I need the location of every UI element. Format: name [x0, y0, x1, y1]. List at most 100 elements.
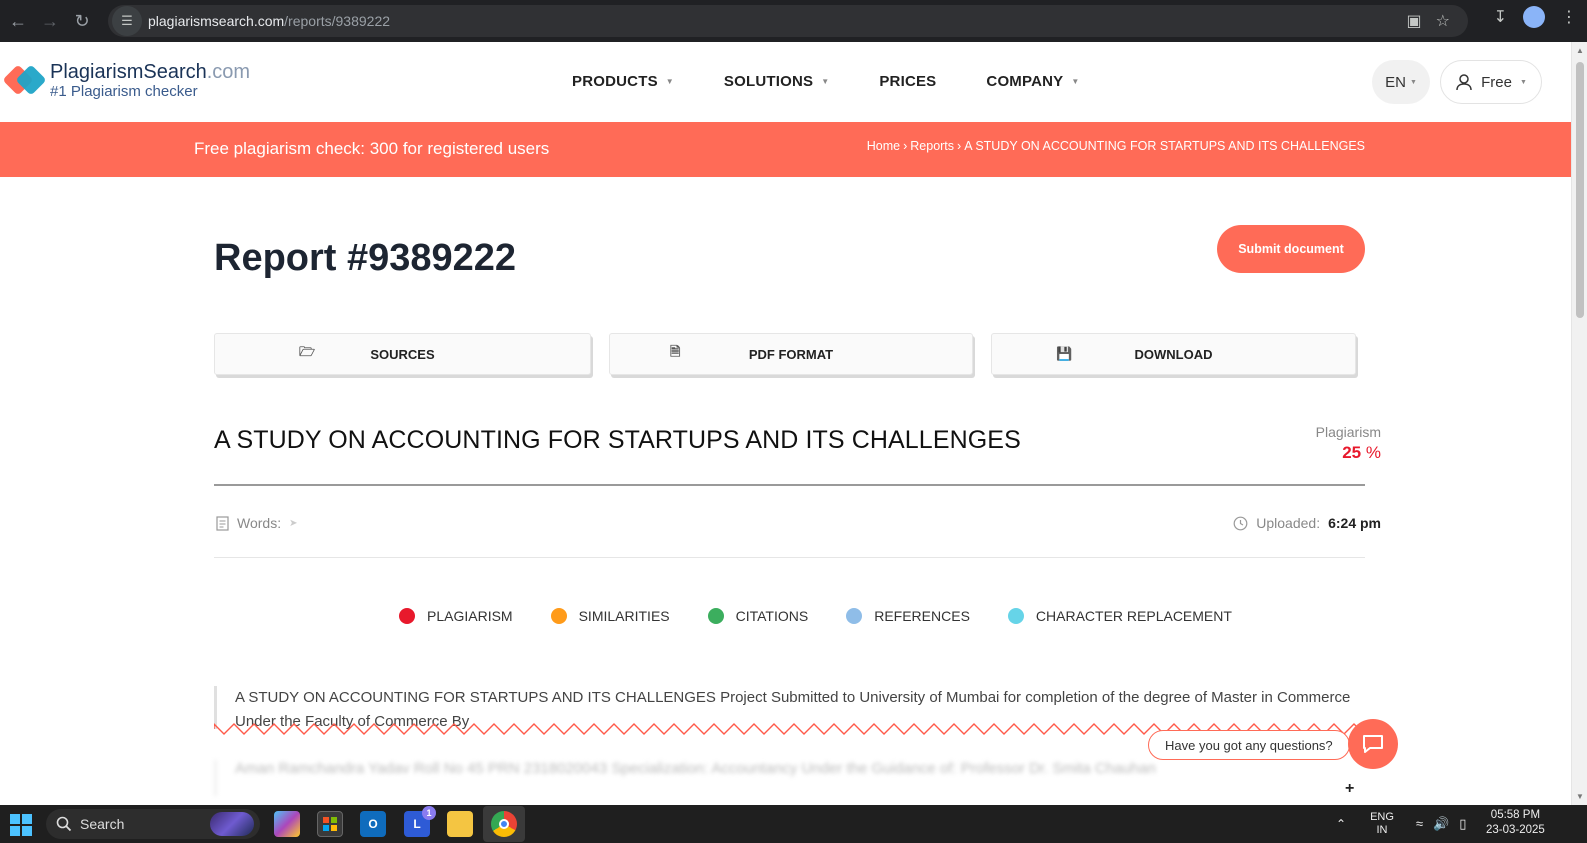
- uploaded-value: 6:24 pm: [1328, 515, 1381, 531]
- orange-dot-icon: [550, 608, 567, 624]
- site-logo[interactable]: PlagiarismSearch.com #1 Plagiarism check…: [2, 60, 251, 100]
- user-icon: [1456, 74, 1472, 91]
- show-hidden-icons-chevron-icon[interactable]: ⌃: [1336, 817, 1346, 831]
- url-text[interactable]: plagiarismsearch.com/reports/9389222: [148, 13, 390, 29]
- install-app-icon[interactable]: ▣: [1407, 11, 1422, 31]
- scrollbar-thumb[interactable]: [1576, 62, 1584, 318]
- reload-icon[interactable]: ↻: [68, 7, 96, 35]
- language-selector[interactable]: EN ▼: [1372, 60, 1430, 104]
- chevron-down-icon: ▼: [1071, 77, 1080, 86]
- taskbar-search[interactable]: Search: [46, 809, 260, 839]
- volume-icon[interactable]: 🔊: [1433, 816, 1449, 832]
- plagiarism-label: Plagiarism: [1315, 424, 1381, 440]
- word-count-loading-icon: ➤: [289, 517, 298, 529]
- light-blue-dot-icon: [846, 608, 863, 624]
- save-disk-icon: 💾: [1056, 346, 1073, 361]
- words-label: Words:: [237, 515, 282, 531]
- nav-company[interactable]: COMPANY ▼: [986, 73, 1079, 90]
- breadcrumb-home[interactable]: Home: [867, 139, 900, 153]
- chat-button[interactable]: [1348, 719, 1398, 769]
- divider: [214, 557, 1365, 558]
- legend-character-replacement[interactable]: CHARACTER REPLACEMENT: [1007, 608, 1232, 624]
- notification-badge: 1: [422, 806, 436, 820]
- download-button[interactable]: 💾 DOWNLOAD: [991, 333, 1356, 375]
- nav-products[interactable]: PRODUCTS ▼: [572, 73, 674, 90]
- file-explorer-icon[interactable]: [447, 811, 473, 837]
- clock-time: 05:58 PM: [1490, 809, 1541, 821]
- promo-banner: Free plagiarism check: 300 for registere…: [0, 122, 1571, 177]
- chevron-down-icon: ▼: [1519, 78, 1527, 86]
- account-label: Free: [1481, 73, 1512, 91]
- back-icon[interactable]: ←: [4, 7, 32, 35]
- scroll-up-icon[interactable]: ▲: [1576, 46, 1584, 55]
- cyan-dot-icon: [1007, 608, 1024, 624]
- folder-open-icon: 🗁: [299, 344, 316, 359]
- logo-tagline: #1 Plagiarism checker: [50, 82, 198, 100]
- page-title: Report #9389222: [214, 237, 517, 279]
- copilot-icon[interactable]: [274, 811, 300, 837]
- plus-icon[interactable]: +: [1345, 780, 1354, 798]
- highlight-legend: PLAGIARISM SIMILARITIES CITATIONS REFERE…: [399, 608, 1270, 624]
- account-button[interactable]: Free ▼: [1440, 60, 1542, 104]
- submit-document-button[interactable]: Submit document: [1217, 225, 1365, 273]
- bookmark-star-icon[interactable]: ☆: [1436, 11, 1450, 31]
- wifi-icon[interactable]: ≈: [1416, 816, 1423, 832]
- chevron-down-icon: ▼: [665, 77, 674, 86]
- store-icon[interactable]: [317, 811, 343, 837]
- red-dot-icon: [399, 608, 415, 624]
- pdf-file-icon: 🗎: [670, 344, 681, 359]
- divider: [214, 484, 1365, 486]
- blurred-excerpt: Aman Ramchandra Yadav Roll No 45 PRN 231…: [214, 760, 1365, 796]
- site-info-icon[interactable]: ☰: [112, 6, 142, 36]
- legend-plagiarism[interactable]: PLAGIARISM: [399, 608, 513, 624]
- url-host: plagiarismsearch.com: [148, 13, 285, 29]
- plagiarism-score: 25 %: [1342, 443, 1381, 462]
- input-language[interactable]: ENG IN: [1370, 811, 1394, 837]
- nav-solutions[interactable]: SOLUTIONS ▼: [724, 73, 829, 90]
- battery-icon[interactable]: ▯: [1459, 816, 1466, 832]
- url-path: /reports/9389222: [284, 13, 391, 29]
- chevron-down-icon: ▼: [1409, 78, 1417, 86]
- chat-icon: [1363, 735, 1383, 753]
- browser-toolbar: ← → ↻ ☰ plagiarismsearch.com/reports/938…: [0, 0, 1587, 42]
- page-scrollbar[interactable]: ▲ ▼: [1571, 42, 1587, 805]
- breadcrumb-current: A STUDY ON ACCOUNTING FOR STARTUPS AND I…: [964, 139, 1365, 153]
- taskbar-clock[interactable]: 05:58 PM 23-03-2025: [1486, 808, 1545, 838]
- outlook-icon[interactable]: O: [360, 811, 386, 837]
- linkedin-app-icon[interactable]: L1: [404, 806, 436, 837]
- site-header: PlagiarismSearch.com #1 Plagiarism check…: [0, 42, 1571, 122]
- legend-similarities[interactable]: SIMILARITIES: [550, 608, 670, 624]
- system-tray: ⌃ ENG IN ≈ 🔊 ▯: [1336, 805, 1466, 843]
- profile-avatar[interactable]: [1523, 6, 1545, 28]
- upload-time: Uploaded: 6:24 pm: [1233, 515, 1381, 531]
- browser-menu-icon[interactable]: ⋮: [1561, 7, 1577, 27]
- chat-prompt[interactable]: Have you got any questions?: [1148, 730, 1350, 760]
- breadcrumb: Home › Reports › A STUDY ON ACCOUNTING FOR S…: [866, 139, 1365, 153]
- forward-icon[interactable]: →: [36, 7, 64, 35]
- clock-icon: [1233, 516, 1248, 530]
- chevron-down-icon: ▼: [821, 77, 830, 86]
- green-dot-icon: [707, 608, 724, 624]
- clock-date: 23-03-2025: [1486, 824, 1545, 836]
- scroll-down-icon[interactable]: ▼: [1576, 792, 1584, 801]
- search-highlight-art: [210, 812, 254, 836]
- pdf-format-button[interactable]: 🗎 PDF FORMAT: [609, 333, 973, 375]
- breadcrumb-reports[interactable]: Reports: [910, 139, 954, 153]
- search-icon: [56, 816, 72, 832]
- sources-button[interactable]: 🗁 SOURCES: [214, 333, 591, 375]
- logo-mark-icon: [2, 60, 47, 100]
- windows-taskbar: Search O L1 ⌃ ENG IN ≈ 🔊 ▯ 05:58 PM 23-03-…: [0, 805, 1587, 843]
- legend-references[interactable]: REFERENCES: [846, 608, 970, 624]
- uploaded-label: Uploaded:: [1256, 515, 1321, 531]
- windows-start-icon[interactable]: [10, 814, 32, 836]
- word-count: Words: ➤: [216, 515, 297, 531]
- document-title: A STUDY ON ACCOUNTING FOR STARTUPS AND I…: [214, 426, 1021, 454]
- logo-name: PlagiarismSearch.com: [50, 60, 251, 83]
- main-nav: PRODUCTS ▼ SOLUTIONS ▼ PRICES COMPANY ▼: [572, 73, 1130, 90]
- nav-prices[interactable]: PRICES: [879, 73, 936, 90]
- chrome-icon[interactable]: [491, 811, 517, 837]
- downloads-icon[interactable]: ↧: [1494, 7, 1507, 27]
- address-bar[interactable]: ☰ plagiarismsearch.com/reports/9389222 ▣…: [108, 5, 1468, 37]
- legend-citations[interactable]: CITATIONS: [707, 608, 808, 624]
- search-label: Search: [80, 816, 125, 832]
